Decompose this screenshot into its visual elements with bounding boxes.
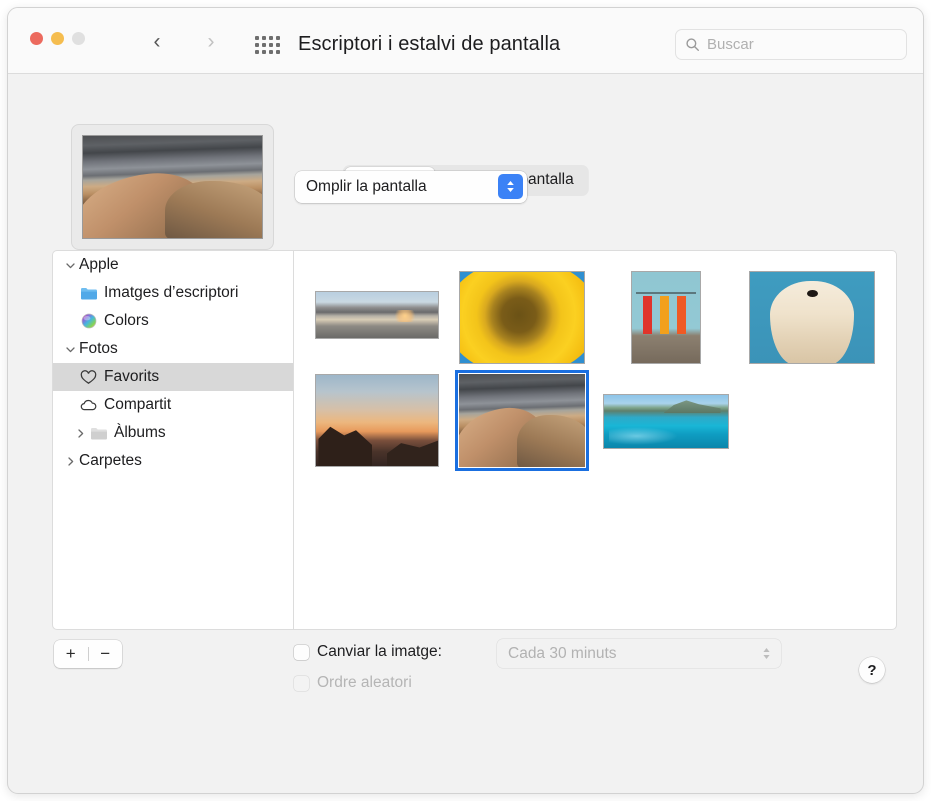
grid-view-icon[interactable] bbox=[255, 36, 282, 57]
sidebar-item-albums[interactable]: Àlbums bbox=[53, 419, 293, 447]
sidebar-item-compartit[interactable]: Compartit bbox=[53, 391, 293, 419]
thumbnail-beach-sunrise[interactable] bbox=[315, 291, 439, 339]
help-button[interactable]: ? bbox=[859, 657, 885, 683]
thumbnail-desert-sunset-hikers[interactable] bbox=[315, 374, 439, 467]
fill-style-popup-button[interactable]: Omplir la pantalla bbox=[295, 171, 527, 203]
change-image-label: Canviar la imatge: bbox=[317, 643, 442, 661]
thumbnail-laundry-line[interactable] bbox=[631, 271, 701, 364]
bottom-controls: + − Canviar la imatge: Ordre aleatori Ca… bbox=[8, 632, 923, 742]
interval-value: Cada 30 minuts bbox=[497, 645, 617, 663]
sidebar-item-label: Imatges d’escriptori bbox=[104, 284, 238, 302]
thumbnail-valley-of-fire[interactable] bbox=[459, 374, 585, 467]
tab-bar-region: Escriptori Estalvi de pantalla bbox=[8, 74, 923, 120]
sidebar-item-label: Àlbums bbox=[114, 424, 166, 442]
color-wheel-icon bbox=[79, 313, 98, 329]
close-button[interactable] bbox=[30, 32, 43, 45]
chevron-right-icon[interactable] bbox=[71, 428, 89, 439]
source-list-sidebar: Apple Imatges d’escriptori bbox=[52, 250, 293, 630]
add-button[interactable]: + bbox=[54, 640, 88, 668]
zoom-button[interactable] bbox=[72, 32, 85, 45]
sidebar-item-carpetes[interactable]: Carpetes bbox=[53, 447, 293, 475]
sidebar-item-fotos[interactable]: Fotos bbox=[53, 335, 293, 363]
desktop-preview-frame bbox=[71, 124, 274, 250]
chevron-up-down-icon bbox=[761, 645, 772, 667]
chevron-down-icon[interactable] bbox=[61, 344, 79, 355]
sidebar-item-label: Fotos bbox=[79, 340, 118, 358]
add-remove-segmented-control: + − bbox=[54, 640, 122, 668]
thumbnail-afghan-hound[interactable] bbox=[749, 271, 875, 364]
heart-icon bbox=[79, 370, 98, 385]
sidebar-item-colors[interactable]: Colors bbox=[53, 307, 293, 335]
window-toolbar: ‹ › Escriptori i estalvi de pantalla bbox=[8, 8, 923, 74]
random-order-checkbox-row: Ordre aleatori bbox=[294, 674, 412, 692]
content-panes: Apple Imatges d’escriptori bbox=[8, 250, 923, 632]
chevron-down-icon[interactable] bbox=[61, 260, 79, 271]
random-order-label: Ordre aleatori bbox=[317, 674, 412, 692]
thumbnail-sunflower[interactable] bbox=[459, 271, 585, 364]
gray-folder-icon bbox=[89, 426, 108, 441]
sidebar-item-label: Favorits bbox=[104, 368, 159, 386]
sidebar-item-favorits[interactable]: Favorits bbox=[53, 363, 293, 391]
page-title: Escriptori i estalvi de pantalla bbox=[298, 33, 560, 56]
wallpaper-thumbnail-grid bbox=[293, 250, 897, 630]
sidebar-item-label: Compartit bbox=[104, 396, 171, 414]
change-image-checkbox-row[interactable]: Canviar la imatge: bbox=[294, 643, 442, 661]
random-order-checkbox bbox=[294, 676, 309, 691]
search-icon bbox=[685, 37, 700, 52]
blue-folder-icon bbox=[79, 286, 98, 301]
remove-button[interactable]: − bbox=[89, 640, 123, 668]
desktop-preview-image bbox=[82, 135, 263, 239]
chevron-up-down-icon bbox=[498, 174, 523, 199]
chevron-left-icon[interactable]: ‹ bbox=[144, 28, 170, 54]
sidebar-item-label: Colors bbox=[104, 312, 149, 330]
sidebar-item-label: Carpetes bbox=[79, 452, 142, 470]
preferences-window: ‹ › Escriptori i estalvi de pantalla Esc… bbox=[7, 7, 924, 794]
chevron-right-icon[interactable] bbox=[61, 456, 79, 467]
traffic-light-group bbox=[30, 32, 85, 45]
preview-region: Omplir la pantalla bbox=[8, 120, 923, 250]
sidebar-item-label: Apple bbox=[79, 256, 119, 274]
thumbnail-turquoise-bay[interactable] bbox=[603, 394, 729, 449]
sidebar-item-apple[interactable]: Apple bbox=[53, 251, 293, 279]
search-field[interactable] bbox=[675, 29, 907, 60]
sidebar-item-imatges-descriptori[interactable]: Imatges d’escriptori bbox=[53, 279, 293, 307]
search-input[interactable] bbox=[707, 36, 897, 53]
cloud-icon bbox=[79, 399, 98, 412]
change-image-checkbox[interactable] bbox=[294, 645, 309, 660]
chevron-right-icon[interactable]: › bbox=[198, 28, 224, 54]
interval-popup-button: Cada 30 minuts bbox=[497, 639, 781, 668]
minimize-button[interactable] bbox=[51, 32, 64, 45]
fill-style-value: Omplir la pantalla bbox=[295, 178, 427, 196]
